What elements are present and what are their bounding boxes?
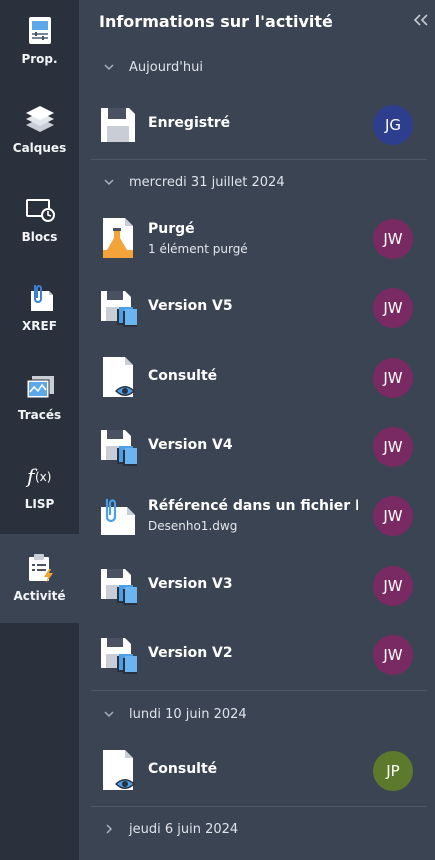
sidebar-item-lisp[interactable]: f (x) LISP <box>0 445 79 531</box>
traces-icon <box>26 376 54 399</box>
layers-icon <box>25 106 54 132</box>
sidebar-item-blocks[interactable]: Blocs <box>0 178 79 264</box>
activity-item-text: Version V5 <box>148 276 358 338</box>
activity-item[interactable]: Purgé 1 élément purgé JW <box>79 207 435 269</box>
activity-item-subtitle: Desenho1.dwg <box>148 519 238 533</box>
sidebar-item-xref[interactable]: XREF <box>0 267 79 353</box>
group-header[interactable]: mercredi 31 juillet 2024 <box>79 167 435 197</box>
xref-icon <box>30 285 53 311</box>
avatar: JW <box>373 635 413 675</box>
activity-item[interactable]: Version V4 JW <box>79 415 435 477</box>
sidebar-item-label: Tracés <box>17 408 62 422</box>
group-label: Aujourd'hui <box>129 59 203 75</box>
group-label: lundi 10 juin 2024 <box>129 706 247 722</box>
sidebar: Prop. Calques Blocs XREF Tracés f (x) LI… <box>0 0 79 860</box>
activity-item-subtitle: 1 élément purgé <box>148 242 248 256</box>
activity-item-title: Purgé <box>148 221 195 237</box>
referenced-icon <box>101 499 135 535</box>
avatar: JW <box>373 566 413 606</box>
activity-item[interactable]: Version V3 JW <box>79 554 435 616</box>
activity-item-text: Version V3 <box>148 554 358 616</box>
viewed-icon <box>103 357 135 397</box>
avatar: JW <box>373 358 413 398</box>
avatar: JW <box>373 219 413 259</box>
activity-item-text: Enregistré <box>148 93 358 155</box>
sidebar-item-label: Prop. <box>21 52 58 66</box>
activity-item-text: Consulté <box>148 346 358 408</box>
activity-item-title: Enregistré <box>148 115 231 131</box>
activity-item-text: Version V2 <box>148 623 358 685</box>
group-label: jeudi 6 juin 2024 <box>129 821 239 837</box>
activity-item-title: Version V5 <box>148 298 233 314</box>
version-icon <box>101 569 137 605</box>
activity-item-title: Consulté <box>148 761 218 777</box>
activity-panel: Informations sur l'activité Aujourd'hui … <box>79 0 435 860</box>
group-header[interactable]: Aujourd'hui <box>79 52 435 82</box>
version-icon <box>101 291 137 327</box>
divider <box>91 690 427 691</box>
collapse-panel-button[interactable] <box>411 10 433 30</box>
sidebar-item-label: XREF <box>22 319 57 333</box>
sidebar-item-label: LISP <box>24 497 55 511</box>
activity-item-title: Référencé dans un fichier DWG <box>148 498 358 514</box>
group-label: mercredi 31 juillet 2024 <box>129 174 285 190</box>
properties-icon <box>28 17 51 44</box>
avatar: JP <box>373 751 413 791</box>
chevron-down-icon <box>104 64 114 71</box>
panel-title: Informations sur l'activité <box>99 12 333 31</box>
activity-item-text: Purgé 1 élément purgé <box>148 207 358 269</box>
version-icon <box>101 430 137 466</box>
activity-item-text: Version V4 <box>148 415 358 477</box>
activity-item[interactable]: Consulté JW <box>79 346 435 408</box>
sidebar-item-activity[interactable]: Activité <box>0 534 79 623</box>
activity-item-title: Version V4 <box>148 437 233 453</box>
avatar: JW <box>373 427 413 467</box>
avatar: JW <box>373 496 413 536</box>
double-chevron-left-icon <box>413 14 428 26</box>
viewed-icon <box>103 750 135 790</box>
avatar: JW <box>373 288 413 328</box>
version-icon <box>101 638 137 674</box>
save-icon <box>101 108 135 142</box>
activity-item-title: Version V2 <box>148 645 233 661</box>
svg-text:(x): (x) <box>35 470 51 484</box>
purge-icon <box>103 218 133 258</box>
sidebar-item-layers[interactable]: Calques <box>0 89 79 175</box>
divider <box>91 806 427 807</box>
chevron-down-icon <box>104 179 114 186</box>
group-header[interactable]: jeudi 6 juin 2024 <box>79 814 435 844</box>
divider <box>91 159 427 160</box>
chevron-down-icon <box>104 711 114 718</box>
sidebar-item-label: Activité <box>13 589 66 603</box>
activity-item[interactable]: Version V2 JW <box>79 623 435 685</box>
activity-item-text: Référencé dans un fichier DWG Desenho1.d… <box>148 484 358 546</box>
activity-item[interactable]: Référencé dans un fichier DWG Desenho1.d… <box>79 484 435 546</box>
chevron-right-icon <box>106 824 113 834</box>
sidebar-item-traces[interactable]: Tracés <box>0 356 79 442</box>
activity-item-title: Consulté <box>148 368 218 384</box>
activity-icon <box>28 554 53 583</box>
lisp-icon: f (x) <box>25 464 51 488</box>
activity-item[interactable]: Enregistré JG <box>79 93 435 155</box>
sidebar-item-label: Calques <box>12 141 67 155</box>
activity-item[interactable]: Version V5 JW <box>79 276 435 338</box>
avatar: JG <box>373 105 413 145</box>
activity-item-text: Consulté <box>148 739 358 801</box>
sidebar-item-label: Blocs <box>21 230 58 244</box>
group-header[interactable]: lundi 10 juin 2024 <box>79 699 435 729</box>
activity-item[interactable]: Consulté JP <box>79 739 435 801</box>
activity-item-title: Version V3 <box>148 576 233 592</box>
sidebar-item-properties[interactable]: Prop. <box>0 0 79 86</box>
blocks-icon <box>25 199 55 222</box>
